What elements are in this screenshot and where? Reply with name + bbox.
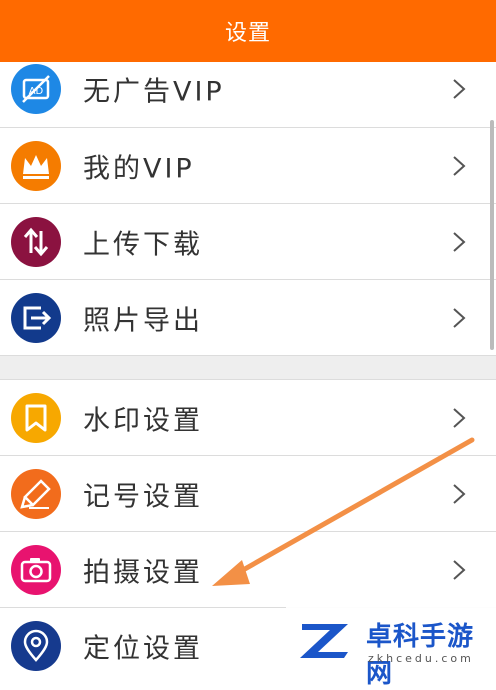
export-icon (11, 292, 61, 343)
scrollbar[interactable] (490, 120, 494, 350)
site-watermark: 卓科手游网 zkhcedu.com (286, 606, 496, 689)
menu-item-upload-download[interactable]: 上传下载 (0, 204, 496, 280)
chevron-right-icon (453, 231, 466, 252)
settings-list: AD 无广告VIP 我的VIP 上传下载 照片导出 水印设置 记号设置 拍摄设置… (0, 62, 496, 684)
upload-download-icon (11, 216, 61, 267)
menu-item-label: 照片导出 (83, 305, 203, 336)
menu-item-label: 无广告VIP (83, 76, 225, 108)
section-divider (0, 356, 496, 380)
menu-item-shooting-settings[interactable]: 拍摄设置 (0, 532, 496, 608)
menu-item-label: 我的VIP (83, 153, 195, 184)
menu-item-watermark-settings[interactable]: 水印设置 (0, 380, 496, 456)
menu-item-label: 拍摄设置 (83, 557, 203, 588)
menu-item-no-ads-vip[interactable]: AD 无广告VIP (0, 62, 496, 128)
page-title: 设置 (224, 21, 271, 46)
chevron-right-icon (453, 307, 466, 328)
menu-item-label: 上传下载 (83, 229, 203, 260)
menu-item-label: 定位设置 (83, 633, 203, 665)
no-ads-icon: AD (11, 64, 61, 114)
crown-icon (11, 140, 61, 191)
chevron-right-icon (453, 79, 466, 99)
watermark-url: zkhcedu.com (368, 652, 474, 665)
header-bar: 设置 (0, 0, 496, 62)
menu-item-label: 记号设置 (83, 481, 203, 512)
chevron-right-icon (453, 483, 466, 504)
menu-item-photo-export[interactable]: 照片导出 (0, 280, 496, 356)
marker-icon (11, 468, 61, 519)
location-pin-icon (11, 621, 61, 671)
chevron-right-icon (453, 155, 466, 176)
chevron-right-icon (453, 407, 466, 428)
menu-item-marker-settings[interactable]: 记号设置 (0, 456, 496, 532)
bookmark-icon (11, 392, 61, 443)
menu-item-my-vip[interactable]: 我的VIP (0, 128, 496, 204)
menu-item-label: 水印设置 (83, 405, 203, 436)
chevron-right-icon (453, 559, 466, 580)
logo-z-icon (300, 624, 348, 658)
camera-icon (11, 544, 61, 595)
